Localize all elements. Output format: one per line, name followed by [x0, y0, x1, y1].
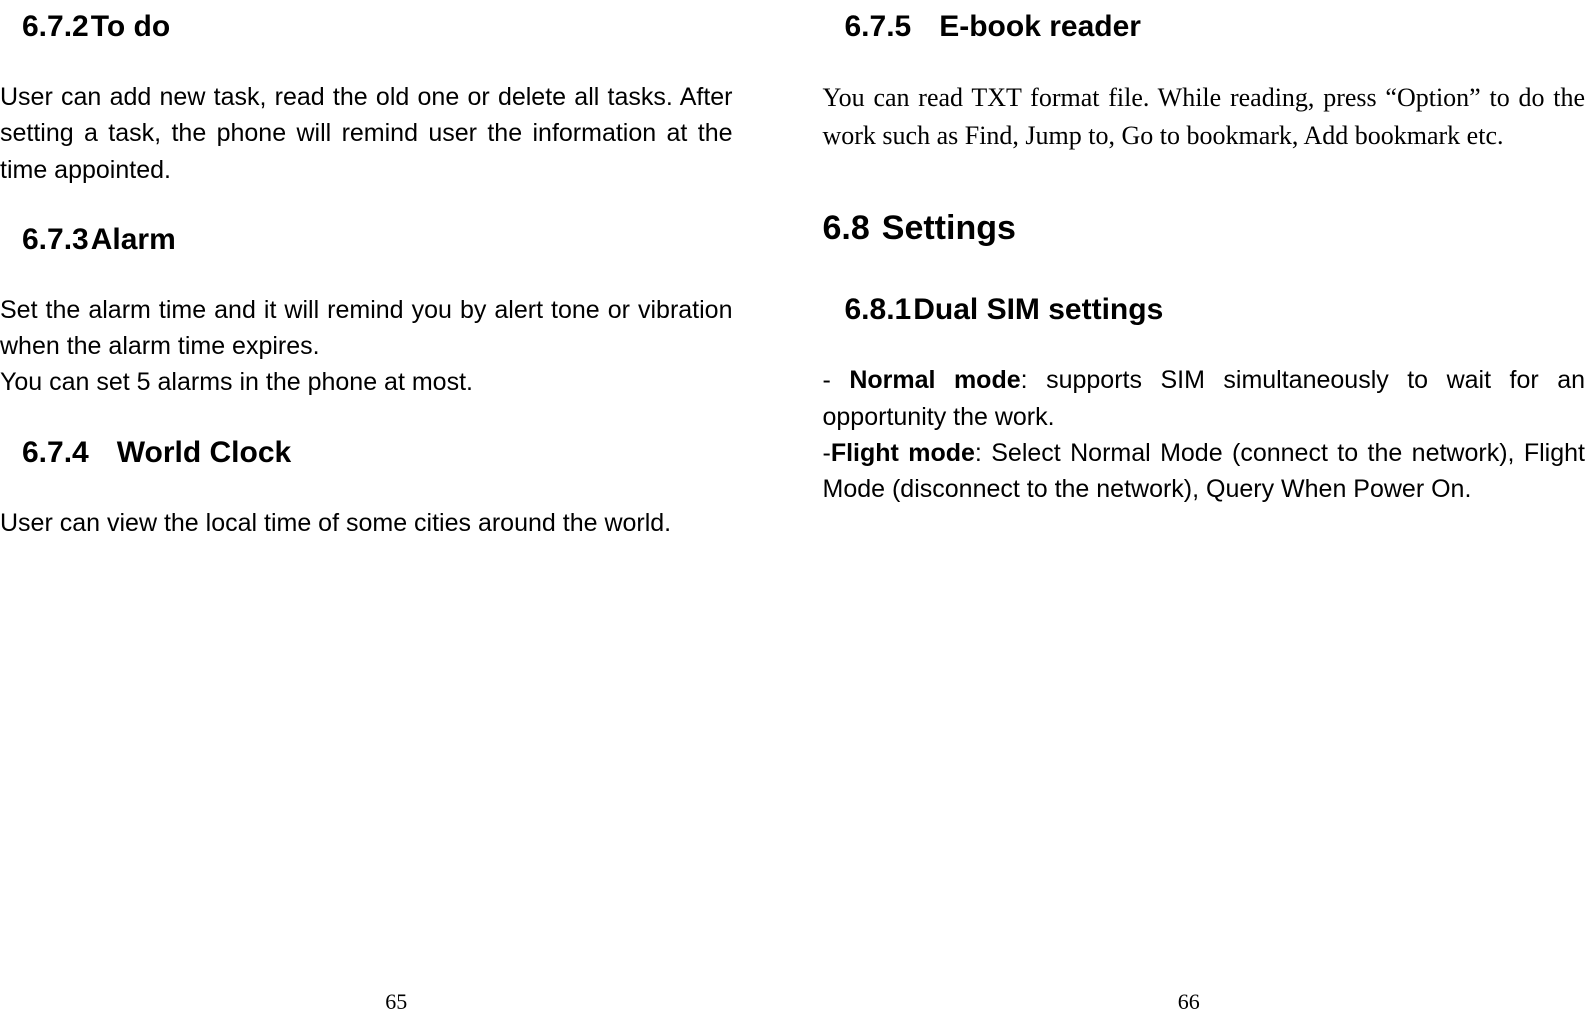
- section-title: To do: [91, 10, 170, 44]
- paragraph: You can read TXT format file. While read…: [823, 79, 1585, 154]
- page-number-left: 65: [385, 989, 407, 1015]
- paragraph: User can add new task, read the old one …: [0, 79, 733, 188]
- section-title: World Clock: [117, 436, 291, 470]
- item-prefix: -: [823, 366, 850, 394]
- section-number: 6.7.3: [22, 223, 89, 257]
- paragraph: User can view the local time of some cit…: [0, 505, 733, 541]
- paragraph: Set the alarm time and it will remind yo…: [0, 292, 733, 365]
- right-page: 6.7.5 E-book reader You can read TXT form…: [793, 0, 1585, 1025]
- section-number: 6.7.2: [22, 10, 89, 44]
- item-bold-label: Flight mode: [831, 439, 975, 467]
- section-title: Alarm: [91, 223, 176, 257]
- section-title: Settings: [882, 209, 1016, 248]
- page-number-right: 66: [1178, 989, 1200, 1015]
- item-bold-label: Normal mode: [849, 366, 1020, 394]
- heading-6-7-3: 6.7.3Alarm: [0, 223, 733, 257]
- section-number: 6.7.5: [845, 10, 912, 44]
- section-number: 6.8: [823, 209, 870, 248]
- heading-6-8-1: 6.8.1Dual SIM settings: [823, 293, 1585, 327]
- section-number: 6.7.4: [22, 436, 89, 470]
- heading-6-7-4: 6.7.4 World Clock: [0, 436, 733, 470]
- list-item-normal-mode: - Normal mode: supports SIM simultaneous…: [823, 362, 1585, 435]
- heading-6-7-2: 6.7.2To do: [0, 10, 733, 44]
- paragraph: You can set 5 alarms in the phone at mos…: [0, 364, 733, 400]
- list-item-flight-mode: -Flight mode: Select Normal Mode (connec…: [823, 435, 1585, 508]
- left-page: 6.7.2To do User can add new task, read t…: [0, 0, 793, 1025]
- item-prefix: -: [823, 439, 831, 467]
- heading-6-7-5: 6.7.5 E-book reader: [823, 10, 1585, 44]
- heading-6-8: 6.8 Settings: [823, 209, 1585, 248]
- section-title: Dual SIM settings: [913, 293, 1163, 327]
- section-title: E-book reader: [939, 10, 1141, 44]
- section-number: 6.8.1: [845, 293, 912, 327]
